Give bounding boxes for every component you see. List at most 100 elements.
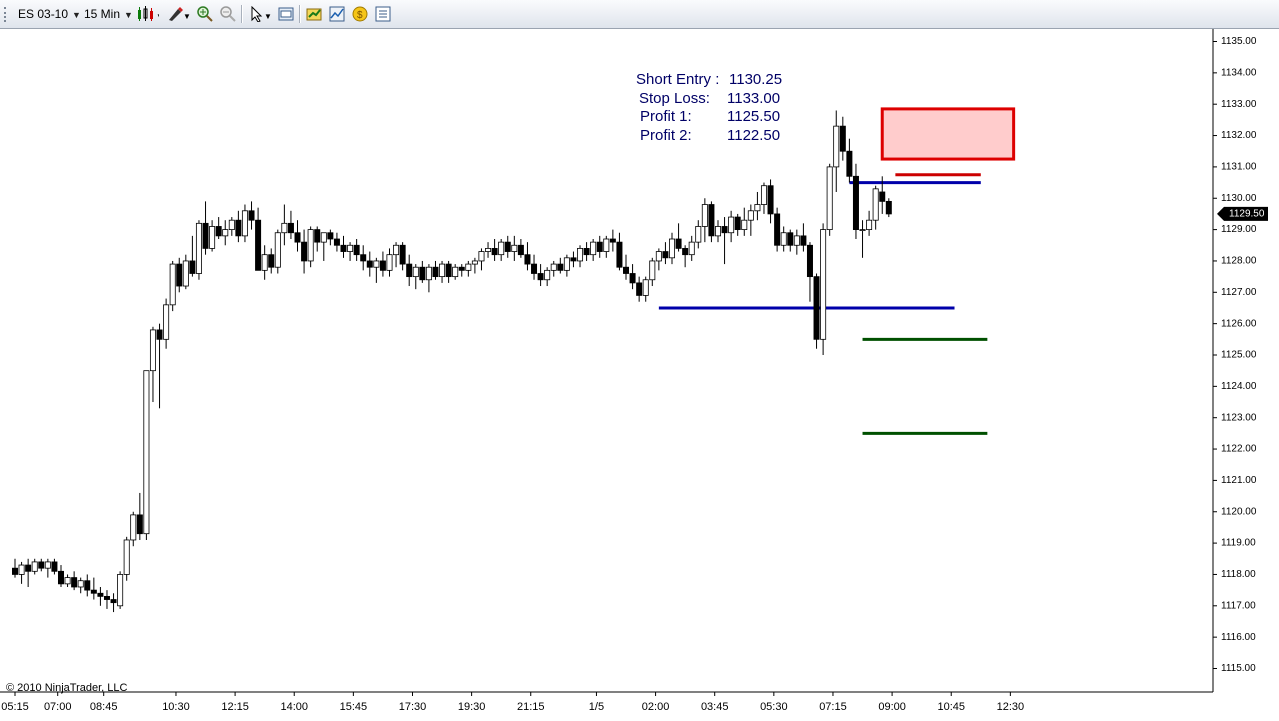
candle-body-up	[471, 260, 478, 265]
price-tick-label: 1128.00	[1221, 256, 1257, 267]
price-tick-label: 1121.00	[1221, 475, 1257, 486]
bar-type-icon[interactable]: ▼	[137, 6, 164, 22]
candle-body-down	[110, 599, 117, 604]
time-tick-label: 15:45	[340, 701, 368, 713]
strategy-icon[interactable]	[306, 6, 322, 22]
candle-body-down	[301, 241, 308, 262]
candle-body-up	[701, 204, 708, 227]
price-tick-label: 1126.00	[1221, 318, 1257, 329]
candle	[169, 260, 176, 312]
candle-body-up	[511, 244, 518, 252]
time-tick-label: 1/5	[589, 701, 604, 713]
candle-body-up	[77, 580, 84, 588]
candle-body-up	[386, 254, 393, 271]
candle-body-down	[517, 244, 524, 256]
time-tick-label: 03:45	[701, 701, 729, 713]
candle-body-up	[241, 210, 248, 237]
zoom-out-icon[interactable]	[220, 6, 236, 22]
instrument-selector[interactable]: ES 03-10 ▼	[18, 5, 81, 23]
candle-body-down	[353, 244, 360, 256]
indicator-icon[interactable]	[329, 6, 345, 22]
time-tick-label: 09:00	[878, 701, 906, 713]
price-tick-label: 1120.00	[1221, 506, 1257, 517]
candle	[774, 207, 781, 252]
candle-body-up	[642, 279, 649, 296]
price-tick-label: 1132.00	[1221, 130, 1257, 141]
candle-body-down	[675, 238, 682, 249]
candle-body-up	[695, 226, 702, 243]
candle-body-up	[452, 266, 459, 278]
candle-body-down	[156, 329, 163, 340]
candle-body-down	[215, 226, 222, 237]
stop-loss-value: 1133.00	[727, 90, 780, 107]
price-tick-label: 1134.00	[1221, 67, 1257, 78]
candle-body-up	[143, 370, 150, 535]
candle	[708, 201, 715, 243]
candle-body-down	[360, 254, 367, 262]
time-tick-label: 14:00	[280, 701, 308, 713]
candle-body-down	[583, 248, 590, 256]
price-tick-label: 1124.00	[1221, 381, 1257, 392]
candle-body-up	[195, 222, 202, 274]
candle-body-down	[248, 210, 255, 221]
candle-body-down	[570, 257, 577, 262]
candle-body-up	[669, 238, 676, 259]
candle-body-down	[38, 561, 45, 569]
time-tick-label: 02:00	[642, 701, 670, 713]
toolbar-grip[interactable]	[4, 7, 8, 22]
candle	[826, 163, 833, 236]
candle-body-down	[885, 200, 892, 215]
candle-body-down	[340, 244, 347, 252]
time-tick-label: 05:15	[1, 701, 29, 713]
time-tick-label: 17:30	[399, 701, 427, 713]
svg-text:▼: ▼	[156, 12, 159, 21]
candle-body-up	[182, 260, 189, 287]
candle-body-down	[767, 185, 774, 215]
last-price-label: 1129.50	[1229, 209, 1265, 220]
candle-body-down	[327, 232, 334, 240]
candle-body-up	[866, 219, 873, 231]
candle-body-up	[550, 263, 557, 271]
candle-body-up	[123, 539, 130, 575]
price-tick-label: 1117.00	[1221, 600, 1256, 611]
price-chart[interactable]: 1115.00 1116.00 1117.00 1118.00 1119.00 1120.…	[0, 29, 1279, 721]
candle-body-down	[662, 251, 669, 259]
candle-body-up	[31, 561, 38, 572]
candle-body-down	[287, 222, 294, 234]
candle-body-down	[51, 561, 58, 572]
candle-body-down	[189, 260, 196, 274]
alert-icon[interactable]: $	[352, 6, 368, 22]
candle-body-up	[872, 188, 879, 221]
data-box-icon[interactable]	[278, 6, 294, 22]
candle-body-up	[393, 244, 400, 256]
candle-body-up	[228, 219, 235, 231]
time-tick-label: 21:15	[517, 701, 545, 713]
candle-body-down	[708, 204, 715, 237]
drawing-tool-icon[interactable]: ▼	[167, 6, 191, 22]
candle-body-up	[281, 222, 288, 234]
candle-body-up	[741, 219, 748, 231]
candle-body-down	[852, 175, 859, 230]
candle-body-up	[261, 254, 268, 271]
candle-body-up	[747, 210, 754, 221]
candle-body-up	[209, 226, 216, 249]
candle-body-down	[379, 260, 386, 271]
candle-body-up	[117, 574, 124, 607]
candle-body-up	[754, 204, 761, 212]
pointer-icon[interactable]: ▼	[249, 5, 272, 23]
price-tick-label: 1129.00	[1221, 224, 1257, 235]
candle-body-down	[294, 232, 301, 243]
candle-body-up	[833, 125, 840, 168]
properties-icon[interactable]	[375, 6, 391, 22]
candle	[820, 223, 827, 355]
candle-body-up	[544, 269, 551, 281]
time-tick-label: 10:45	[937, 701, 965, 713]
candle-body-down	[432, 266, 439, 278]
candle-body-down	[616, 241, 623, 268]
candle-body-down	[333, 238, 340, 246]
price-tick-label: 1116.00	[1221, 632, 1256, 643]
candle-body-up	[498, 241, 505, 256]
zoom-in-icon[interactable]	[197, 6, 213, 22]
candle	[307, 226, 314, 268]
interval-selector[interactable]: 15 Min ▼	[84, 5, 133, 23]
